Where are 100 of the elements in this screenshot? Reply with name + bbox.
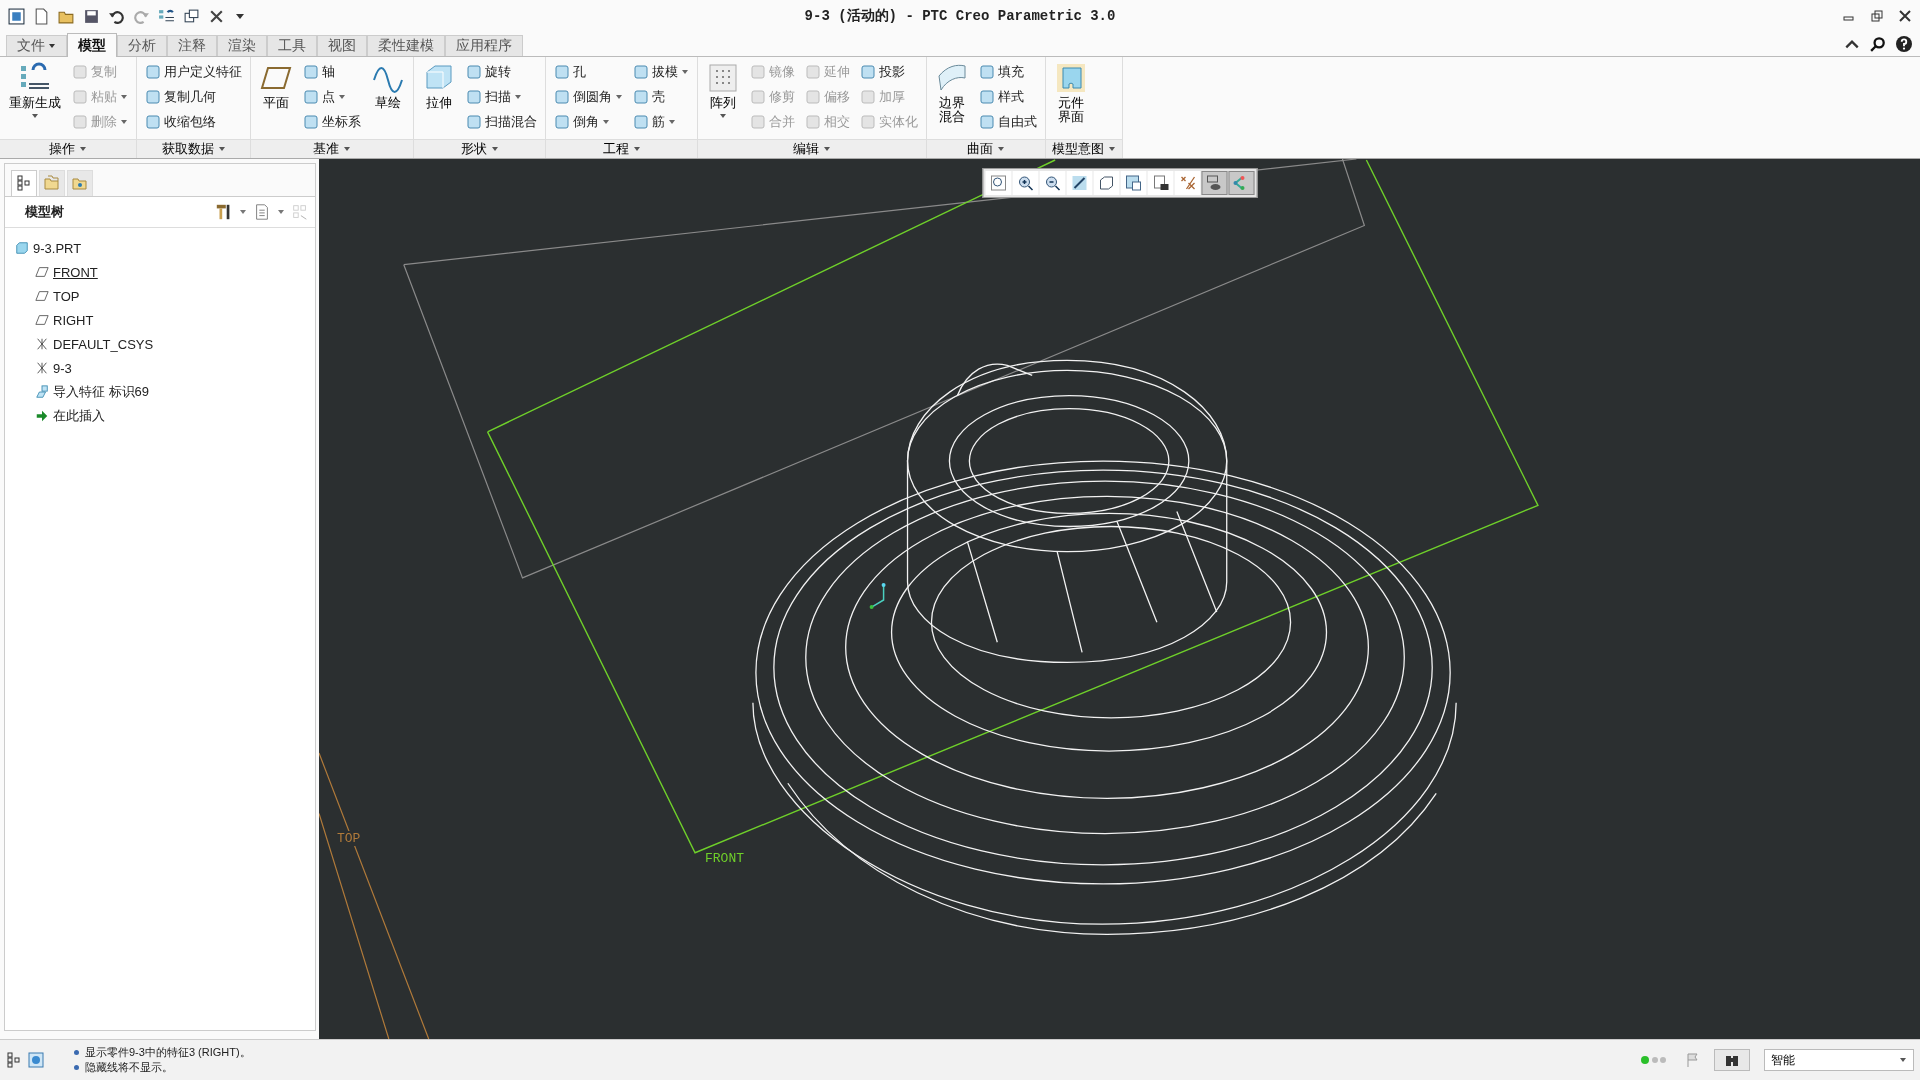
tree-icon[interactable] xyxy=(6,1052,22,1068)
ribbon-tab[interactable]: 应用程序 xyxy=(445,35,523,56)
group-label[interactable]: 编辑 xyxy=(698,139,926,158)
status-message: 隐藏线将不显示。 xyxy=(85,1060,173,1075)
group-label[interactable]: 操作 xyxy=(0,139,136,158)
axis-triad-drawing xyxy=(869,582,886,610)
tree-item[interactable]: RIGHT xyxy=(53,312,94,328)
pattern-icon xyxy=(707,62,739,94)
ribbon-tab[interactable]: 分析 xyxy=(117,35,167,56)
tree-item[interactable]: 导入特征 标识69 xyxy=(53,383,150,401)
ribbon-tab[interactable]: 视图 xyxy=(317,35,367,56)
caret-icon xyxy=(602,118,610,126)
ribbon-button[interactable]: 旋转 xyxy=(464,60,539,84)
ribbon-button[interactable]: 自由式 xyxy=(977,110,1039,134)
ribbon-button[interactable]: 筋 xyxy=(631,110,691,134)
feature-icon xyxy=(979,89,995,105)
navigator-tab[interactable] xyxy=(11,170,37,196)
restore-icon[interactable] xyxy=(1870,9,1884,23)
ribbon-large-button[interactable]: 草绘 xyxy=(369,60,407,139)
new-file-icon[interactable] xyxy=(33,7,50,25)
group-label[interactable]: 形状 xyxy=(414,139,545,158)
feature-icon xyxy=(72,64,88,80)
ribbon-large-button[interactable]: 元件界面 xyxy=(1052,60,1090,139)
feature-icon xyxy=(860,114,876,130)
ribbon-tab[interactable]: 渲染 xyxy=(217,35,267,56)
ribbon-tab[interactable]: 工具 xyxy=(267,35,317,56)
ribbon-large-button[interactable]: 平面 xyxy=(257,60,295,139)
help-icon[interactable] xyxy=(1896,36,1912,52)
feature-icon xyxy=(554,114,570,130)
ribbon-tab[interactable]: 文件 xyxy=(6,35,67,56)
ribbon-tab[interactable]: 模型 xyxy=(67,33,117,57)
ribbon-button[interactable]: 倒角 xyxy=(552,110,625,134)
tree-item[interactable]: 在此插入 xyxy=(53,407,105,425)
ribbon-button[interactable]: 壳 xyxy=(631,85,691,109)
tree-item[interactable]: DEFAULT_CSYS xyxy=(53,336,154,352)
windows-icon[interactable] xyxy=(183,7,200,25)
display-style-icon xyxy=(1151,174,1169,192)
ribbon-button[interactable]: 投影 xyxy=(858,60,920,84)
selection-filter-dropdown[interactable]: 智能 xyxy=(1764,1049,1914,1071)
tree-icon xyxy=(16,175,32,191)
ribbon-large-button[interactable]: 边界混合 xyxy=(933,60,971,139)
ribbon-button[interactable]: 扫描 xyxy=(464,85,539,109)
ribbon-button[interactable]: 复制几何 xyxy=(143,85,244,109)
ribbon-button[interactable]: 样式 xyxy=(977,85,1039,109)
tree-item[interactable]: TOP xyxy=(53,288,80,304)
feature-icon xyxy=(72,89,88,105)
ribbon-button[interactable]: 倒圆角 xyxy=(552,85,625,109)
view-toolbar-button[interactable] xyxy=(1066,171,1092,195)
group-label[interactable]: 工程 xyxy=(546,139,697,158)
group-label[interactable]: 基准 xyxy=(251,139,413,158)
ribbon-button[interactable]: 拔模 xyxy=(631,60,691,84)
ribbon-large-button[interactable]: 重新生成 xyxy=(6,60,64,139)
feature-icon xyxy=(72,114,88,130)
tree-item[interactable]: 9-3 xyxy=(53,360,72,376)
list-settings-icon[interactable] xyxy=(253,203,271,221)
feature-icon xyxy=(466,64,482,80)
ribbon-tab[interactable]: 注释 xyxy=(167,35,217,56)
view-toolbar-button[interactable] xyxy=(1120,171,1146,195)
ribbon-tab[interactable]: 柔性建模 xyxy=(367,35,445,56)
ribbon-button[interactable]: 轴 xyxy=(301,60,363,84)
tree-item[interactable]: FRONT xyxy=(53,264,98,280)
group-label[interactable]: 曲面 xyxy=(927,139,1045,158)
ribbon-button[interactable]: 收缩包络 xyxy=(143,110,244,134)
search-icon[interactable] xyxy=(1870,36,1886,52)
group-label[interactable]: 模型意图 xyxy=(1046,139,1122,158)
ribbon-button[interactable]: 孔 xyxy=(552,60,625,84)
view-toolbar-button[interactable] xyxy=(1093,171,1119,195)
status-message: 显示零件9-3中的特征3 (RIGHT)。 xyxy=(85,1045,251,1060)
feature-icon xyxy=(750,114,766,130)
folders-icon xyxy=(44,175,60,191)
browser-icon[interactable] xyxy=(28,1052,44,1068)
ribbon-button[interactable]: 扫描混合 xyxy=(464,110,539,134)
app-icon[interactable] xyxy=(8,7,25,25)
ribbon-large-button[interactable]: 拉伸 xyxy=(420,60,458,139)
ribbon-button[interactable]: 填充 xyxy=(977,60,1039,84)
ribbon-button[interactable]: 坐标系 xyxy=(301,110,363,134)
zoom-out-icon xyxy=(1043,174,1061,192)
feature-icon xyxy=(860,89,876,105)
save-icon[interactable] xyxy=(83,7,100,25)
feature-icon xyxy=(979,114,995,130)
window-title: 9-3 (活动的) - PTC Creo Parametric 3.0 xyxy=(804,7,1116,25)
feature-icon xyxy=(860,64,876,80)
view-toolbar-button[interactable] xyxy=(1012,171,1038,195)
feature-icon xyxy=(633,114,649,130)
view-toolbar-button[interactable] xyxy=(1039,171,1065,195)
caret-icon[interactable] xyxy=(233,11,247,21)
ribbon-large-button[interactable]: 阵列 xyxy=(704,60,742,139)
plane-icon xyxy=(35,265,49,279)
tree-item[interactable]: 9-3.PRT xyxy=(33,240,82,256)
view-toolbar-button[interactable] xyxy=(1147,171,1173,195)
coordinate-system-icon xyxy=(35,337,49,351)
import-icon xyxy=(35,385,49,399)
find-button[interactable] xyxy=(1714,1049,1750,1071)
coordinate-system-icon xyxy=(35,361,49,375)
group-label[interactable]: 获取数据 xyxy=(137,139,250,158)
part-icon xyxy=(15,241,29,255)
ribbon-button[interactable]: 点 xyxy=(301,85,363,109)
close-icon[interactable] xyxy=(1898,9,1912,23)
ribbon-button[interactable]: 用户定义特征 xyxy=(143,60,244,84)
caret-icon xyxy=(338,93,346,101)
